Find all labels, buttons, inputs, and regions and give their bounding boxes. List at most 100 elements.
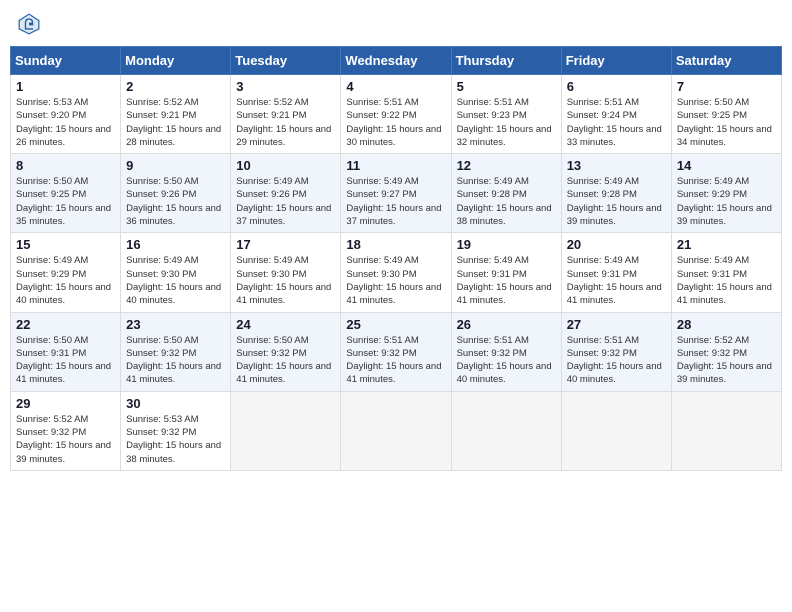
day-number: 9 [126, 158, 225, 173]
calendar-day-cell: 21 Sunrise: 5:49 AMSunset: 9:31 PMDaylig… [671, 233, 781, 312]
day-number: 16 [126, 237, 225, 252]
calendar-day-cell: 20 Sunrise: 5:49 AMSunset: 9:31 PMDaylig… [561, 233, 671, 312]
day-number: 7 [677, 79, 776, 94]
day-detail: Sunrise: 5:50 AMSunset: 9:31 PMDaylight:… [16, 334, 115, 387]
calendar-day-cell [451, 391, 561, 470]
calendar-day-cell: 18 Sunrise: 5:49 AMSunset: 9:30 PMDaylig… [341, 233, 451, 312]
weekday-header: Friday [561, 47, 671, 75]
day-detail: Sunrise: 5:51 AMSunset: 9:22 PMDaylight:… [346, 96, 445, 149]
calendar-day-cell: 13 Sunrise: 5:49 AMSunset: 9:28 PMDaylig… [561, 154, 671, 233]
calendar-day-cell: 19 Sunrise: 5:49 AMSunset: 9:31 PMDaylig… [451, 233, 561, 312]
calendar-day-cell: 6 Sunrise: 5:51 AMSunset: 9:24 PMDayligh… [561, 75, 671, 154]
day-detail: Sunrise: 5:49 AMSunset: 9:30 PMDaylight:… [346, 254, 445, 307]
calendar-day-cell: 22 Sunrise: 5:50 AMSunset: 9:31 PMDaylig… [11, 312, 121, 391]
day-number: 30 [126, 396, 225, 411]
day-number: 24 [236, 317, 335, 332]
day-detail: Sunrise: 5:49 AMSunset: 9:28 PMDaylight:… [567, 175, 666, 228]
calendar-day-cell: 9 Sunrise: 5:50 AMSunset: 9:26 PMDayligh… [121, 154, 231, 233]
weekday-header: Monday [121, 47, 231, 75]
day-detail: Sunrise: 5:50 AMSunset: 9:32 PMDaylight:… [236, 334, 335, 387]
calendar-week-row: 29 Sunrise: 5:52 AMSunset: 9:32 PMDaylig… [11, 391, 782, 470]
day-detail: Sunrise: 5:49 AMSunset: 9:31 PMDaylight:… [677, 254, 776, 307]
day-number: 21 [677, 237, 776, 252]
calendar-day-cell: 23 Sunrise: 5:50 AMSunset: 9:32 PMDaylig… [121, 312, 231, 391]
day-number: 3 [236, 79, 335, 94]
day-number: 27 [567, 317, 666, 332]
day-number: 4 [346, 79, 445, 94]
calendar-day-cell: 1 Sunrise: 5:53 AMSunset: 9:20 PMDayligh… [11, 75, 121, 154]
day-detail: Sunrise: 5:49 AMSunset: 9:29 PMDaylight:… [16, 254, 115, 307]
day-detail: Sunrise: 5:49 AMSunset: 9:27 PMDaylight:… [346, 175, 445, 228]
weekday-header: Sunday [11, 47, 121, 75]
calendar-week-row: 8 Sunrise: 5:50 AMSunset: 9:25 PMDayligh… [11, 154, 782, 233]
calendar-day-cell: 2 Sunrise: 5:52 AMSunset: 9:21 PMDayligh… [121, 75, 231, 154]
calendar-day-cell: 26 Sunrise: 5:51 AMSunset: 9:32 PMDaylig… [451, 312, 561, 391]
calendar-day-cell: 27 Sunrise: 5:51 AMSunset: 9:32 PMDaylig… [561, 312, 671, 391]
day-number: 14 [677, 158, 776, 173]
page-header [10, 10, 782, 38]
day-number: 26 [457, 317, 556, 332]
logo-icon [15, 10, 43, 38]
day-number: 15 [16, 237, 115, 252]
day-detail: Sunrise: 5:52 AMSunset: 9:32 PMDaylight:… [16, 413, 115, 466]
weekday-header: Saturday [671, 47, 781, 75]
calendar-week-row: 22 Sunrise: 5:50 AMSunset: 9:31 PMDaylig… [11, 312, 782, 391]
day-detail: Sunrise: 5:53 AMSunset: 9:20 PMDaylight:… [16, 96, 115, 149]
day-detail: Sunrise: 5:53 AMSunset: 9:32 PMDaylight:… [126, 413, 225, 466]
day-detail: Sunrise: 5:49 AMSunset: 9:29 PMDaylight:… [677, 175, 776, 228]
day-number: 23 [126, 317, 225, 332]
calendar-day-cell [671, 391, 781, 470]
day-number: 17 [236, 237, 335, 252]
calendar-day-cell: 16 Sunrise: 5:49 AMSunset: 9:30 PMDaylig… [121, 233, 231, 312]
calendar-day-cell: 12 Sunrise: 5:49 AMSunset: 9:28 PMDaylig… [451, 154, 561, 233]
day-number: 29 [16, 396, 115, 411]
day-detail: Sunrise: 5:50 AMSunset: 9:25 PMDaylight:… [677, 96, 776, 149]
day-number: 13 [567, 158, 666, 173]
day-number: 25 [346, 317, 445, 332]
calendar-day-cell: 24 Sunrise: 5:50 AMSunset: 9:32 PMDaylig… [231, 312, 341, 391]
calendar-week-row: 15 Sunrise: 5:49 AMSunset: 9:29 PMDaylig… [11, 233, 782, 312]
calendar-day-cell: 10 Sunrise: 5:49 AMSunset: 9:26 PMDaylig… [231, 154, 341, 233]
calendar-day-cell: 11 Sunrise: 5:49 AMSunset: 9:27 PMDaylig… [341, 154, 451, 233]
weekday-header: Wednesday [341, 47, 451, 75]
day-number: 20 [567, 237, 666, 252]
day-detail: Sunrise: 5:51 AMSunset: 9:32 PMDaylight:… [457, 334, 556, 387]
logo [15, 10, 47, 38]
calendar-day-cell: 5 Sunrise: 5:51 AMSunset: 9:23 PMDayligh… [451, 75, 561, 154]
day-detail: Sunrise: 5:50 AMSunset: 9:26 PMDaylight:… [126, 175, 225, 228]
calendar-day-cell: 7 Sunrise: 5:50 AMSunset: 9:25 PMDayligh… [671, 75, 781, 154]
day-detail: Sunrise: 5:49 AMSunset: 9:31 PMDaylight:… [457, 254, 556, 307]
calendar-day-cell [231, 391, 341, 470]
day-number: 2 [126, 79, 225, 94]
day-number: 18 [346, 237, 445, 252]
calendar-day-cell: 15 Sunrise: 5:49 AMSunset: 9:29 PMDaylig… [11, 233, 121, 312]
weekday-header: Tuesday [231, 47, 341, 75]
day-detail: Sunrise: 5:49 AMSunset: 9:28 PMDaylight:… [457, 175, 556, 228]
day-number: 6 [567, 79, 666, 94]
calendar-week-row: 1 Sunrise: 5:53 AMSunset: 9:20 PMDayligh… [11, 75, 782, 154]
calendar-table: SundayMondayTuesdayWednesdayThursdayFrid… [10, 46, 782, 471]
day-detail: Sunrise: 5:49 AMSunset: 9:26 PMDaylight:… [236, 175, 335, 228]
calendar-header-row: SundayMondayTuesdayWednesdayThursdayFrid… [11, 47, 782, 75]
calendar-day-cell: 17 Sunrise: 5:49 AMSunset: 9:30 PMDaylig… [231, 233, 341, 312]
day-detail: Sunrise: 5:49 AMSunset: 9:30 PMDaylight:… [236, 254, 335, 307]
day-number: 19 [457, 237, 556, 252]
day-number: 1 [16, 79, 115, 94]
weekday-header: Thursday [451, 47, 561, 75]
day-detail: Sunrise: 5:51 AMSunset: 9:32 PMDaylight:… [346, 334, 445, 387]
calendar-day-cell: 28 Sunrise: 5:52 AMSunset: 9:32 PMDaylig… [671, 312, 781, 391]
day-detail: Sunrise: 5:49 AMSunset: 9:30 PMDaylight:… [126, 254, 225, 307]
calendar-day-cell: 25 Sunrise: 5:51 AMSunset: 9:32 PMDaylig… [341, 312, 451, 391]
calendar-day-cell: 30 Sunrise: 5:53 AMSunset: 9:32 PMDaylig… [121, 391, 231, 470]
day-number: 10 [236, 158, 335, 173]
day-detail: Sunrise: 5:50 AMSunset: 9:25 PMDaylight:… [16, 175, 115, 228]
day-number: 5 [457, 79, 556, 94]
calendar-day-cell [341, 391, 451, 470]
calendar-day-cell: 4 Sunrise: 5:51 AMSunset: 9:22 PMDayligh… [341, 75, 451, 154]
day-detail: Sunrise: 5:49 AMSunset: 9:31 PMDaylight:… [567, 254, 666, 307]
calendar-day-cell [561, 391, 671, 470]
day-number: 11 [346, 158, 445, 173]
day-number: 22 [16, 317, 115, 332]
day-detail: Sunrise: 5:51 AMSunset: 9:24 PMDaylight:… [567, 96, 666, 149]
calendar-day-cell: 29 Sunrise: 5:52 AMSunset: 9:32 PMDaylig… [11, 391, 121, 470]
